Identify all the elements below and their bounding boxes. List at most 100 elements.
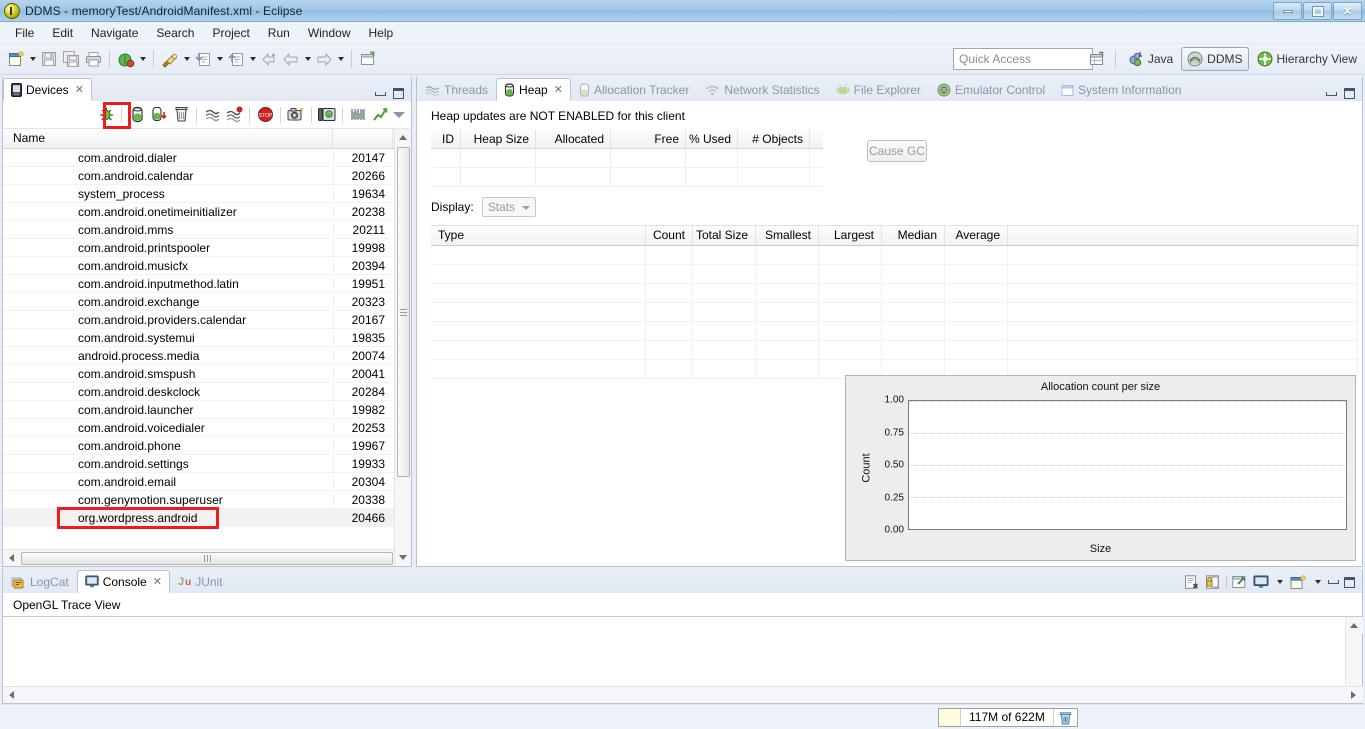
column-header-median[interactable]: Median: [882, 226, 945, 245]
trash-icon[interactable]: [1052, 709, 1077, 726]
table-row[interactable]: com.android.musicfx 20394: [3, 257, 411, 275]
tab-console[interactable]: Console ✕: [76, 570, 170, 593]
external-tools-icon[interactable]: [159, 48, 181, 70]
table-row[interactable]: com.android.mms 20211: [3, 221, 411, 239]
menu-project[interactable]: Project: [203, 24, 258, 42]
close-icon[interactable]: ✕: [153, 575, 162, 588]
table-row[interactable]: com.android.voicedialer 20253: [3, 419, 411, 437]
menu-help[interactable]: Help: [360, 24, 403, 42]
menu-navigate[interactable]: Navigate: [82, 24, 147, 42]
menu-window[interactable]: Window: [299, 24, 360, 42]
display-selected-console-dropdown-icon[interactable]: [1274, 571, 1285, 593]
table-row[interactable]: com.android.deskclock 20284: [3, 383, 411, 401]
minimize-icon[interactable]: [375, 91, 386, 96]
new-wizard-icon[interactable]: [5, 48, 27, 70]
scroll-thumb[interactable]: [396, 147, 410, 477]
table-row[interactable]: [431, 341, 1358, 360]
dump-hprof-icon[interactable]: [148, 104, 170, 126]
table-row[interactable]: com.android.printspooler 19998: [3, 239, 411, 257]
scroll-right-icon[interactable]: [1345, 687, 1362, 704]
heap-status-indicator[interactable]: 117M of 622M: [938, 708, 1078, 727]
table-row[interactable]: com.android.calendar 20266: [3, 167, 411, 185]
table-row[interactable]: com.android.systemui 19835: [3, 329, 411, 347]
scroll-lock-icon[interactable]: [1205, 574, 1221, 590]
table-row[interactable]: [431, 303, 1358, 322]
column-header-allocated[interactable]: Allocated: [536, 130, 611, 148]
table-row[interactable]: [431, 149, 823, 168]
console-output-area[interactable]: [3, 617, 1363, 703]
close-icon[interactable]: ✕: [554, 83, 563, 96]
column-header-largest[interactable]: Largest: [819, 226, 882, 245]
table-row[interactable]: com.android.email 20304: [3, 473, 411, 491]
display-select[interactable]: Stats: [481, 197, 536, 217]
table-row[interactable]: com.android.exchange 20323: [3, 293, 411, 311]
column-header-used[interactable]: % Used: [686, 130, 738, 148]
table-row[interactable]: android.process.media 20074: [3, 347, 411, 365]
table-row[interactable]: com.android.providers.calendar 20167: [3, 311, 411, 329]
scroll-left-icon[interactable]: [3, 550, 20, 567]
device-screenshot-icon[interactable]: [316, 104, 338, 126]
maximize-button[interactable]: [1303, 2, 1332, 20]
debug-process-icon[interactable]: [95, 104, 117, 126]
scroll-up-icon[interactable]: [394, 129, 411, 146]
minimize-button[interactable]: [1273, 2, 1302, 20]
menu-edit[interactable]: Edit: [43, 24, 82, 42]
start-method-profiling-icon[interactable]: [223, 104, 245, 126]
table-row[interactable]: com.android.settings 19933: [3, 455, 411, 473]
maximize-icon[interactable]: [393, 88, 404, 99]
devices-horizontal-scrollbar[interactable]: [3, 549, 411, 566]
screen-capture-icon[interactable]: [285, 104, 307, 126]
column-header-id[interactable]: ID: [431, 130, 461, 148]
column-header-average[interactable]: Average: [945, 226, 1008, 245]
pin-console-icon[interactable]: [1232, 575, 1248, 590]
perspective-ddms[interactable]: DDMS: [1181, 47, 1249, 71]
scroll-down-icon[interactable]: [394, 549, 411, 566]
tab-emulator-control[interactable]: Emulator Control: [929, 78, 1053, 101]
console-horizontal-scrollbar[interactable]: [3, 686, 1362, 703]
menu-run[interactable]: Run: [259, 24, 299, 42]
tab-logcat[interactable]: LogCat: [3, 570, 77, 593]
stop-process-icon[interactable]: STOP: [254, 104, 276, 126]
cause-gc-icon[interactable]: [170, 104, 192, 126]
table-row[interactable]: com.android.launcher 19982: [3, 401, 411, 419]
table-row[interactable]: com.android.inputmethod.latin 19951: [3, 275, 411, 293]
table-row[interactable]: system_process 19634: [3, 185, 411, 203]
maximize-icon[interactable]: [1344, 576, 1355, 588]
scroll-up-icon[interactable]: [1345, 617, 1363, 634]
column-header-pid[interactable]: [333, 129, 393, 148]
forward-dropdown-icon[interactable]: [335, 48, 346, 70]
table-row[interactable]: [431, 265, 1358, 284]
table-row[interactable]: com.android.onetimeinitializer 20238: [3, 203, 411, 221]
table-row[interactable]: [431, 246, 1358, 265]
scroll-left-icon[interactable]: [3, 687, 20, 704]
column-header-objects[interactable]: # Objects: [738, 130, 810, 148]
close-button[interactable]: ✕: [1333, 2, 1362, 20]
view-menu-icon[interactable]: [391, 106, 407, 124]
perspective-hierarchy-view[interactable]: Hierarchy View: [1251, 47, 1363, 71]
tab-threads[interactable]: Threads: [417, 78, 496, 101]
tab-system-information[interactable]: System Information: [1053, 78, 1189, 101]
tab-file-explorer[interactable]: File Explorer: [828, 78, 929, 101]
clear-console-icon[interactable]: [1184, 574, 1200, 590]
opengl-trace-icon[interactable]: [369, 104, 391, 126]
column-header-count[interactable]: Count: [646, 226, 693, 245]
new-java-class-dropdown-icon[interactable]: [214, 48, 225, 70]
table-row[interactable]: com.genymotion.superuser 20338: [3, 491, 411, 509]
column-header-heap-size[interactable]: Heap Size: [461, 130, 536, 148]
tab-network-statistics[interactable]: Network Statistics: [697, 78, 827, 101]
external-tools-dropdown-icon[interactable]: [181, 48, 192, 70]
column-header-free[interactable]: Free: [611, 130, 686, 148]
table-row[interactable]: com.android.dialer 20147: [3, 149, 411, 167]
open-console-dropdown-icon[interactable]: [1312, 571, 1323, 593]
column-header-name[interactable]: Name: [3, 129, 333, 148]
cause-gc-button[interactable]: Cause GC: [867, 140, 927, 162]
table-row[interactable]: [431, 322, 1358, 341]
minimize-icon[interactable]: [1328, 580, 1339, 584]
minimize-icon[interactable]: [1326, 91, 1337, 96]
update-threads-icon[interactable]: [201, 104, 223, 126]
tab-heap[interactable]: Heap ✕: [496, 78, 571, 101]
open-perspective-button[interactable]: [1087, 48, 1109, 70]
new-wizard-dropdown-icon[interactable]: [27, 48, 38, 70]
close-icon[interactable]: ✕: [75, 83, 84, 96]
table-row[interactable]: org.wordpress.android 20466: [3, 507, 411, 529]
